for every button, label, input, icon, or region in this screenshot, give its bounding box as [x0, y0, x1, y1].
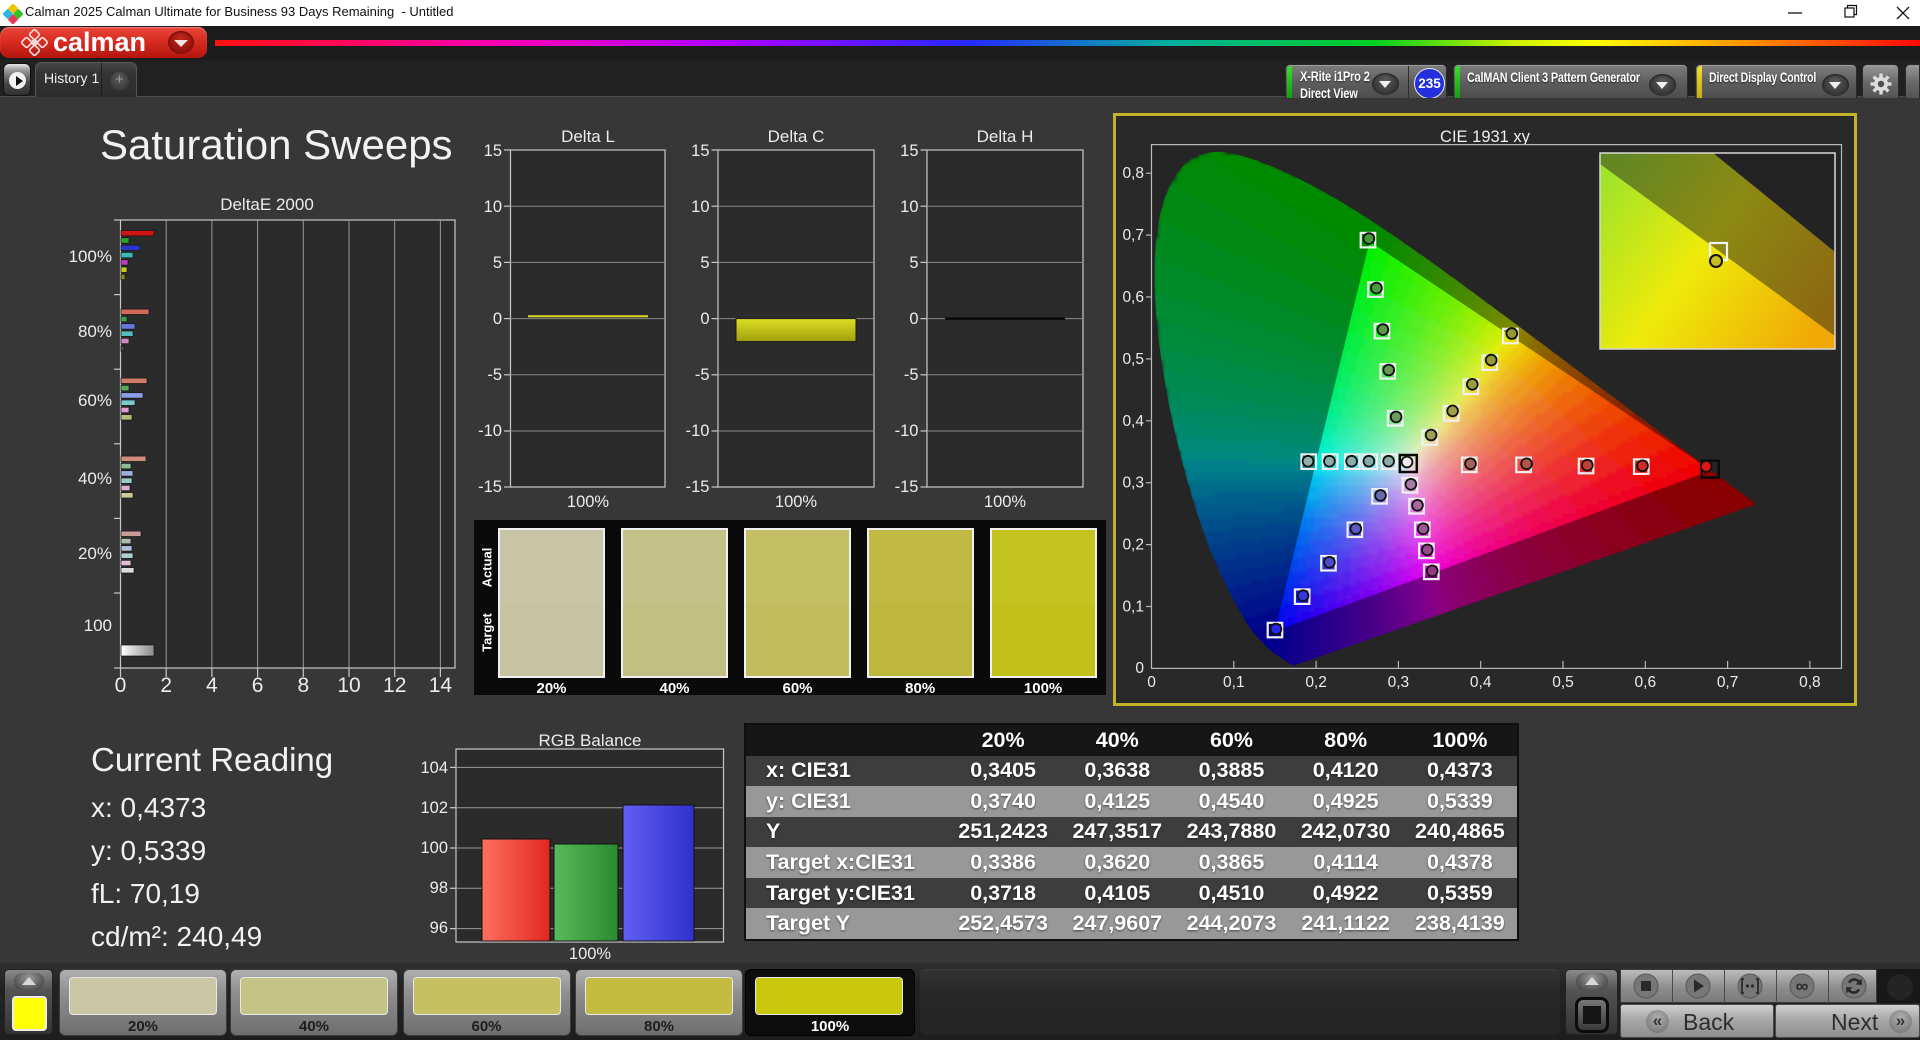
svg-text:14: 14 [429, 674, 453, 697]
svg-text:5: 5 [909, 254, 918, 272]
svg-text:0,3: 0,3 [1122, 475, 1144, 492]
svg-text:calman: calman [53, 29, 146, 56]
svg-text:0,2: 0,2 [1122, 537, 1144, 554]
svg-text:-5: -5 [904, 366, 919, 384]
svg-text:0,8: 0,8 [1122, 165, 1144, 182]
svg-text:-5: -5 [695, 366, 710, 384]
svg-text:-10: -10 [478, 422, 502, 440]
svg-text:0,4: 0,4 [1470, 674, 1492, 691]
svg-text:0,8: 0,8 [1799, 674, 1821, 691]
svg-text:Delta C: Delta C [768, 127, 825, 146]
svg-text:0,6: 0,6 [1635, 674, 1657, 691]
svg-text:0,1: 0,1 [1122, 599, 1144, 616]
svg-text:60%: 60% [78, 391, 112, 410]
svg-text:-15: -15 [478, 478, 502, 496]
svg-text:6: 6 [252, 674, 264, 697]
svg-text:∞: ∞ [1796, 976, 1809, 996]
svg-text:20%: 20% [78, 544, 112, 563]
svg-text:100%: 100% [984, 493, 1027, 511]
svg-text:-10: -10 [686, 422, 710, 440]
svg-text:5: 5 [493, 254, 502, 272]
svg-text:0,1: 0,1 [1223, 674, 1245, 691]
svg-text:DeltaE 2000: DeltaE 2000 [220, 195, 314, 214]
svg-text:0: 0 [1147, 674, 1156, 691]
svg-text:10: 10 [691, 198, 709, 216]
svg-text:Delta L: Delta L [561, 127, 615, 146]
svg-text:0: 0 [1135, 660, 1144, 677]
svg-text:98: 98 [430, 879, 448, 897]
svg-text:Delta H: Delta H [977, 127, 1034, 146]
svg-text:10: 10 [484, 198, 502, 216]
svg-text:5: 5 [700, 254, 709, 272]
svg-text:0: 0 [909, 310, 918, 328]
svg-text:2: 2 [160, 674, 172, 697]
svg-text:100: 100 [84, 616, 112, 635]
svg-text:0,7: 0,7 [1717, 674, 1739, 691]
svg-text:0: 0 [115, 674, 127, 697]
svg-text:102: 102 [420, 799, 448, 817]
svg-text:10: 10 [337, 674, 360, 697]
svg-text:0,3: 0,3 [1388, 674, 1410, 691]
svg-text:-15: -15 [686, 478, 710, 496]
svg-text:80%: 80% [78, 322, 112, 341]
svg-text:12: 12 [383, 674, 406, 697]
svg-text:100%: 100% [567, 493, 610, 511]
svg-text:40%: 40% [78, 469, 112, 488]
svg-text:15: 15 [900, 142, 918, 160]
svg-text:0,5: 0,5 [1552, 674, 1574, 691]
svg-text:4: 4 [206, 674, 218, 697]
svg-text:0,5: 0,5 [1122, 351, 1144, 368]
svg-text:15: 15 [691, 142, 709, 160]
svg-text:100%: 100% [569, 945, 612, 963]
svg-text:0,7: 0,7 [1122, 227, 1144, 244]
svg-text:0: 0 [493, 310, 502, 328]
svg-text:0,6: 0,6 [1122, 289, 1144, 306]
svg-text:0,2: 0,2 [1305, 674, 1327, 691]
svg-text:8: 8 [297, 674, 309, 697]
svg-text:0: 0 [700, 310, 709, 328]
svg-text:CIE 1931 xy: CIE 1931 xy [1440, 128, 1531, 146]
svg-text:104: 104 [420, 759, 448, 777]
svg-text:100%: 100% [69, 247, 112, 266]
svg-text:-15: -15 [895, 478, 919, 496]
svg-text:15: 15 [484, 142, 502, 160]
svg-text:-5: -5 [487, 366, 502, 384]
svg-text:0,4: 0,4 [1122, 413, 1144, 430]
svg-text:10: 10 [900, 198, 918, 216]
svg-text:-10: -10 [895, 422, 919, 440]
svg-text:96: 96 [430, 919, 448, 937]
svg-text:100: 100 [420, 839, 448, 857]
svg-text:RGB Balance: RGB Balance [539, 731, 642, 750]
svg-text:100%: 100% [775, 493, 818, 511]
